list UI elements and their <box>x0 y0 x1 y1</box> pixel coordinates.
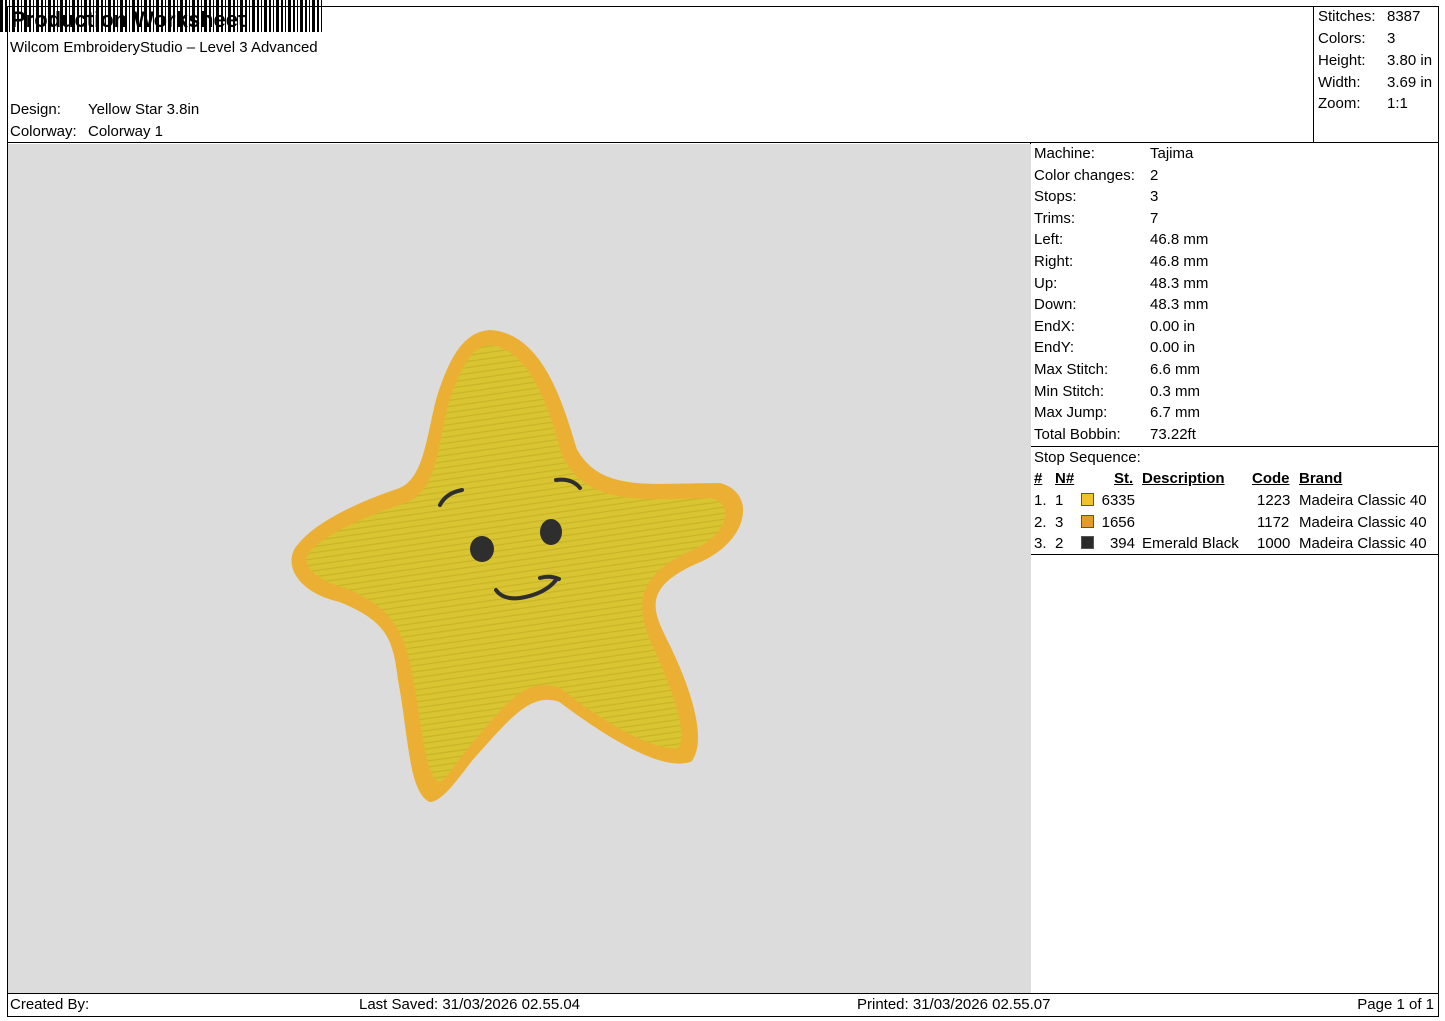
colorway-label: Colorway: <box>10 123 77 140</box>
thread-color-swatch <box>1081 493 1094 506</box>
seq-stitches: 1656 <box>1101 513 1135 531</box>
info-value: 2 <box>1150 166 1159 184</box>
stop-sequence-title: Stop Sequence: <box>1034 449 1141 466</box>
info-label: Machine: <box>1034 145 1095 162</box>
colors-value: 3 <box>1387 30 1396 47</box>
info-value: 73.22ft <box>1150 425 1196 443</box>
seq-needle: 3 <box>1055 513 1064 531</box>
stitches-label: Stitches: <box>1318 8 1376 25</box>
seq-brand: Madeira Classic 40 <box>1299 513 1427 531</box>
info-label: Down: <box>1034 296 1077 314</box>
seq-num: 3. <box>1034 535 1047 553</box>
zoom-value: 1:1 <box>1387 95 1408 112</box>
seq-code: 1223 <box>1257 492 1291 509</box>
info-label: Right: <box>1034 253 1074 270</box>
seq-code: 1000 <box>1257 535 1291 553</box>
seq-num: 2. <box>1034 513 1047 531</box>
seq-brand: Madeira Classic 40 <box>1299 535 1427 553</box>
info-label: Up: <box>1034 274 1058 292</box>
info-label: Total Bobbin: <box>1034 425 1121 443</box>
info-value: 46.8 mm <box>1150 253 1209 270</box>
colorway-value: Colorway 1 <box>88 123 164 140</box>
footer-divider <box>7 993 1439 994</box>
height-value: 3.80 in <box>1387 52 1433 69</box>
last-saved: Last Saved: 31/03/2026 02.55.04 <box>359 996 581 1013</box>
page-title: Production Worksheet <box>11 7 246 32</box>
info-label: Max Jump: <box>1034 404 1108 422</box>
info-label: EndX: <box>1034 317 1075 335</box>
info-label: Color changes: <box>1034 166 1135 184</box>
col-description: Description <box>1142 470 1225 487</box>
info-value: 46.8 mm <box>1150 231 1209 249</box>
seq-description: Emerald Black <box>1142 535 1239 553</box>
width-label: Width: <box>1318 74 1361 91</box>
page-number: Page 1 of 1 <box>1357 996 1434 1013</box>
seq-needle: 2 <box>1055 535 1064 553</box>
design-label: Design: <box>10 101 61 118</box>
col-code: Code <box>1252 470 1290 487</box>
seq-code: 1172 <box>1257 513 1290 531</box>
star-fill <box>306 345 726 782</box>
summary-divider <box>1313 6 1314 143</box>
right-eye <box>540 519 562 545</box>
col-st: St. <box>1114 470 1134 487</box>
info-value: 0.3 mm <box>1150 382 1201 400</box>
info-value: 6.7 mm <box>1150 404 1201 422</box>
seq-stitches: 6335 <box>1101 492 1135 509</box>
info-label: Min Stitch: <box>1034 382 1105 400</box>
zoom-label: Zoom: <box>1318 95 1361 112</box>
info-value: 6.6 mm <box>1150 361 1201 378</box>
design-preview <box>8 144 1031 993</box>
star-design <box>291 329 744 803</box>
info-divider <box>1030 446 1439 447</box>
col-n: N# <box>1055 470 1075 487</box>
seq-brand: Madeira Classic 40 <box>1299 492 1427 509</box>
thread-color-swatch <box>1081 514 1094 528</box>
seq-num: 1. <box>1034 492 1047 509</box>
seq-needle: 1 <box>1055 492 1064 509</box>
height-label: Height: <box>1318 52 1366 69</box>
info-value: 3 <box>1150 188 1159 206</box>
left-eye <box>470 536 494 562</box>
printed-date: Printed: 31/03/2026 02.55.07 <box>857 996 1051 1013</box>
col-brand: Brand <box>1299 470 1343 487</box>
info-value: 0.00 in <box>1150 317 1196 335</box>
width-value: 3.69 in <box>1387 74 1433 91</box>
info-label: EndY: <box>1034 339 1075 357</box>
info-value: 0.00 in <box>1150 339 1196 357</box>
info-value: 7 <box>1150 209 1159 227</box>
sequence-divider <box>1030 554 1439 555</box>
created-by: Created By: <box>10 996 90 1013</box>
seq-stitches: 394 <box>1109 535 1135 553</box>
info-label: Trims: <box>1034 209 1076 227</box>
thread-color-swatch <box>1081 536 1094 550</box>
production-worksheet-page: { "header": { "title": "Production Works… <box>0 0 1445 1021</box>
software-name: Wilcom EmbroideryStudio – Level 3 Advanc… <box>10 39 318 56</box>
colors-label: Colors: <box>1318 30 1366 47</box>
info-value: Tajima <box>1150 145 1194 162</box>
info-value: 48.3 mm <box>1150 296 1209 314</box>
info-label: Stops: <box>1034 188 1077 206</box>
info-label: Max Stitch: <box>1034 361 1109 378</box>
info-value: 48.3 mm <box>1150 274 1209 292</box>
col-num: # <box>1034 470 1043 487</box>
info-label: Left: <box>1034 231 1064 249</box>
stitches-value: 8387 <box>1387 8 1421 25</box>
header-divider <box>7 142 1439 143</box>
design-value: Yellow Star 3.8in <box>88 101 200 118</box>
